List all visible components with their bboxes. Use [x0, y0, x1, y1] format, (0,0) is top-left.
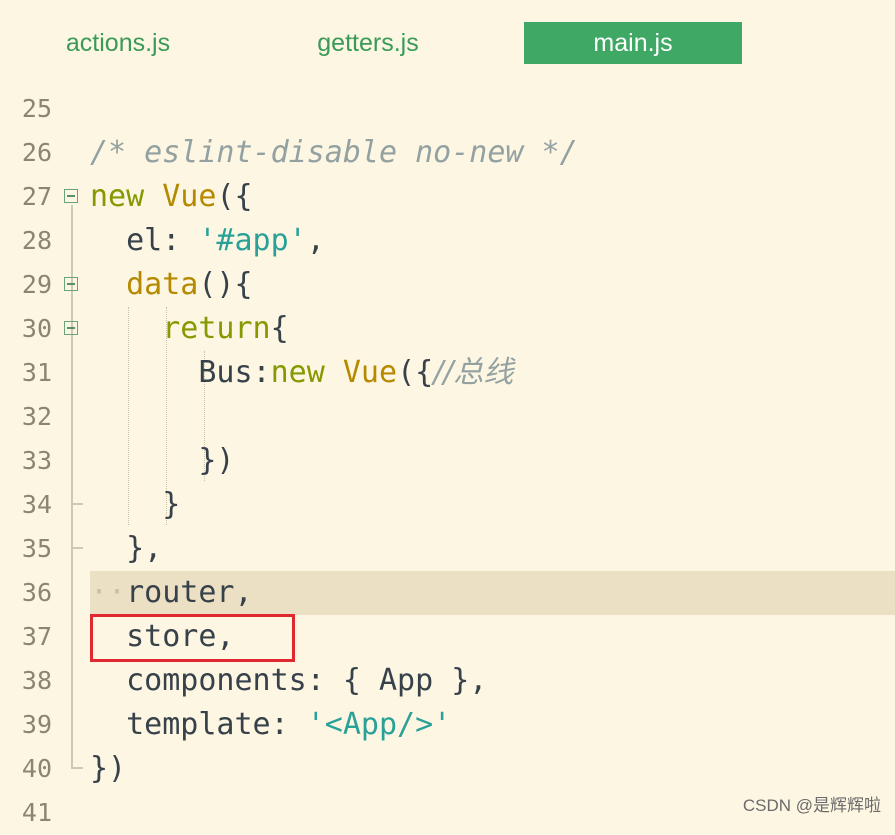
code-text: })	[90, 443, 235, 478]
code-line-32: 32	[0, 395, 895, 439]
code-text: new Vue({	[90, 175, 253, 219]
function-name: data	[126, 267, 199, 302]
code-text: data(){	[90, 263, 253, 307]
string-literal: '<App/>'	[306, 707, 452, 742]
code-token: router,	[126, 575, 253, 610]
code-text: /* eslint-disable no-new */	[90, 131, 578, 175]
code-editor[interactable]: 25 26 /* eslint-disable no-new */ 27 new…	[0, 87, 895, 827]
tab-main-js[interactable]: main.js	[524, 22, 742, 64]
code-line-27: 27 new Vue({	[0, 175, 895, 219]
class-name: Vue	[162, 179, 217, 214]
code-text: ··router,	[90, 571, 253, 615]
code-text: template: '<App/>'	[90, 703, 451, 747]
code-line-35: 35 },	[0, 527, 895, 571]
line-number: 38	[21, 666, 52, 695]
code-text: return{	[90, 307, 289, 351]
code-line-38: 38 components: { App },	[0, 659, 895, 703]
fold-toggle-icon[interactable]	[64, 189, 78, 203]
line-number: 32	[21, 402, 52, 431]
highlight-annotation-box	[90, 614, 295, 662]
comment: //总线	[433, 355, 514, 390]
punctuation: {	[270, 311, 289, 346]
tab-actions-js[interactable]: actions.js	[40, 22, 196, 64]
whitespace-marker: ··	[90, 575, 127, 610]
code-text: },	[90, 531, 163, 566]
punctuation: ({	[216, 179, 253, 214]
line-number: 34	[21, 490, 52, 519]
code-text: el: '#app',	[90, 219, 325, 263]
code-text: Bus:new Vue({//总线	[90, 351, 513, 395]
code-line-29: 29 data(){	[0, 263, 895, 307]
punctuation: ,	[306, 223, 325, 258]
line-number: 39	[21, 710, 52, 739]
line-number: 40	[21, 754, 52, 783]
comment: /* eslint-disable no-new */	[90, 135, 578, 170]
keyword-return: return	[162, 311, 271, 346]
property-key: template:	[90, 707, 307, 742]
property-key: el:	[90, 223, 199, 258]
line-number: 31	[21, 358, 52, 387]
code-line-39: 39 template: '<App/>'	[0, 703, 895, 747]
tab-getters-js[interactable]: getters.js	[290, 22, 446, 64]
line-number: 30	[21, 314, 52, 343]
line-number: 28	[21, 226, 52, 255]
line-number: 25	[21, 94, 52, 123]
property-key: Bus:	[90, 355, 271, 390]
code-line-33: 33 })	[0, 439, 895, 483]
code-line-28: 28 el: '#app',	[0, 219, 895, 263]
keyword-new: new	[270, 355, 325, 390]
code-line-31: 31 Bus:new Vue({//总线	[0, 351, 895, 395]
line-number: 27	[21, 182, 52, 211]
code-text: }	[90, 487, 181, 522]
class-name: Vue	[342, 355, 398, 390]
line-number: 26	[21, 138, 52, 167]
watermark: CSDN @是辉辉啦	[742, 796, 881, 815]
keyword-new: new	[90, 179, 145, 214]
fold-toggle-icon[interactable]	[64, 277, 78, 291]
code-text: })	[90, 751, 127, 786]
line-number: 41	[21, 798, 52, 827]
punctuation: (){	[198, 267, 253, 302]
code-line-40: 40 })	[0, 747, 895, 791]
line-number: 36	[21, 578, 52, 607]
punctuation: ({	[397, 355, 434, 390]
code-line-30: 30 return{	[0, 307, 895, 351]
line-number: 35	[21, 534, 52, 563]
code-line-25: 25	[0, 87, 895, 131]
line-number: 37	[21, 622, 52, 651]
code-line-26: 26 /* eslint-disable no-new */	[0, 131, 895, 175]
string-literal: '#app'	[198, 223, 307, 258]
code-line-34: 34 }	[0, 483, 895, 527]
line-number: 33	[21, 446, 52, 475]
code-line-36-current: 36 ··router,	[0, 571, 895, 615]
line-number: 29	[21, 270, 52, 299]
fold-toggle-icon[interactable]	[64, 321, 78, 335]
code-text: components: { App },	[90, 663, 488, 698]
editor-tab-bar: actions.js getters.js main.js	[0, 0, 895, 90]
